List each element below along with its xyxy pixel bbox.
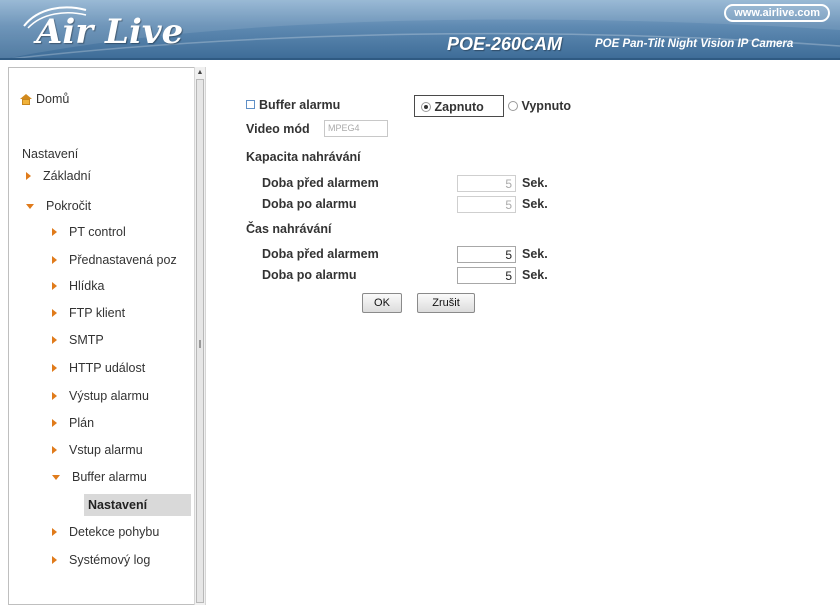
radio-on-label[interactable]: Zapnuto [434, 100, 483, 114]
sidebar-item-label: Vstup alarmu [69, 443, 143, 457]
chevron-right-icon [52, 446, 57, 454]
sidebar-item-prednastavena[interactable]: Přednastavená poz [52, 250, 177, 270]
chevron-right-icon [52, 256, 57, 264]
capacity-pre-alarm-input: 5 [457, 175, 516, 192]
brand-logo: Air Live [36, 12, 184, 52]
chevron-right-icon [52, 419, 57, 427]
sidebar-item-nastaveni-active[interactable]: Nastavení [84, 494, 191, 516]
home-icon [20, 93, 32, 105]
sidebar-item-http-udalost[interactable]: HTTP událost [52, 358, 145, 378]
scroll-thumb[interactable] [196, 79, 204, 603]
buffer-checkbox-icon[interactable] [246, 100, 255, 109]
scroll-grip-icon [199, 340, 201, 348]
sidebar-item-detekce-pohybu[interactable]: Detekce pohybu [52, 522, 159, 542]
capacity-pre-unit: Sek. [522, 176, 548, 190]
sidebar-item-label: Buffer alarmu [72, 470, 147, 484]
capacity-post-unit: Sek. [522, 197, 548, 211]
sidebar-item-home[interactable]: Domů [20, 92, 69, 106]
buffer-alarm-toggle-label[interactable]: Buffer alarmu [246, 98, 340, 112]
time-post-unit: Sek. [522, 268, 548, 282]
scroll-up-arrow-icon[interactable]: ▲ [195, 67, 205, 79]
time-pre-alarm-label: Doba před alarmem [262, 247, 379, 261]
time-post-alarm-input[interactable]: 5 [457, 267, 516, 284]
sidebar-item-label: Detekce pohybu [69, 525, 160, 539]
model-name: POE-260CAM [447, 34, 563, 54]
capacity-post-alarm-label: Doba po alarmu [262, 197, 357, 211]
chevron-right-icon [52, 309, 57, 317]
sidebar-section-title: Nastavení [22, 147, 79, 161]
sidebar-item-buffer-alarmu[interactable]: Buffer alarmu [52, 467, 147, 487]
sidebar-item-vystup-alarmu[interactable]: Výstup alarmu [52, 386, 149, 406]
radio-off-wrapper[interactable]: Vypnuto [508, 99, 571, 113]
sidebar-item-vstup-alarmu[interactable]: Vstup alarmu [52, 440, 143, 460]
header-banner: Air Live www.airlive.com POE-260CAM POE … [0, 0, 840, 60]
sidebar-item-smtp[interactable]: SMTP [52, 330, 104, 350]
chevron-right-icon [52, 364, 57, 372]
capacity-pre-alarm-label: Doba před alarmem [262, 176, 379, 190]
sidebar-item-pt-control[interactable]: PT control [52, 222, 126, 242]
radio-off[interactable] [508, 101, 518, 111]
sidebar-item-zakladni[interactable]: Základní [26, 166, 91, 186]
sidebar-item-ftp-klient[interactable]: FTP klient [52, 303, 125, 323]
chevron-right-icon [52, 282, 57, 290]
sidebar-item-hlidka[interactable]: Hlídka [52, 276, 104, 296]
ok-button[interactable]: OK [362, 293, 402, 313]
sidebar-item-label: Pokročit [46, 199, 92, 213]
radio-on[interactable] [421, 102, 431, 112]
sidebar-item-plan[interactable]: Plán [52, 413, 94, 433]
sidebar-item-label: PT control [69, 225, 126, 239]
sidebar-scrollbar[interactable]: ▲ [194, 67, 206, 605]
sidebar-item-label: HTTP událost [69, 361, 146, 375]
sidebar-item-label: Plán [69, 416, 95, 430]
chevron-right-icon [26, 172, 31, 180]
sidebar-item-label: FTP klient [69, 306, 126, 320]
chevron-right-icon [52, 392, 57, 400]
cancel-button[interactable]: Zrušit [417, 293, 475, 313]
time-pre-unit: Sek. [522, 247, 548, 261]
time-post-alarm-label: Doba po alarmu [262, 268, 357, 282]
website-link[interactable]: www.airlive.com [724, 4, 830, 22]
sidebar-item-systemovy-log[interactable]: Systémový log [52, 550, 150, 570]
chevron-right-icon [52, 556, 57, 564]
chevron-right-icon [52, 528, 57, 536]
chevron-down-icon [52, 474, 60, 480]
radio-off-label[interactable]: Vypnuto [521, 99, 571, 113]
sidebar-item-label: Systémový log [69, 553, 151, 567]
chevron-down-icon [26, 203, 34, 209]
home-label: Domů [36, 92, 70, 106]
video-mode-label: Video mód [246, 122, 310, 136]
sidebar-item-label: Přednastavená poz [69, 253, 177, 267]
sidebar-item-label: Základní [43, 169, 91, 183]
sidebar-item-label: SMTP [69, 333, 104, 347]
time-pre-alarm-input[interactable]: 5 [457, 246, 516, 263]
sidebar-item-pokrocit[interactable]: Pokročit [26, 196, 91, 216]
capacity-section-title: Kapacita nahrávání [246, 150, 361, 164]
product-tagline: POE Pan-Tilt Night Vision IP Camera [595, 38, 794, 50]
capacity-post-alarm-input: 5 [457, 196, 516, 213]
sidebar-item-label: Hlídka [69, 279, 105, 293]
chevron-right-icon [52, 228, 57, 236]
radio-group-enable: Zapnuto [414, 95, 504, 117]
chevron-right-icon [52, 336, 57, 344]
sidebar-item-label: Výstup alarmu [69, 389, 149, 403]
buffer-alarm-label: Buffer alarmu [259, 98, 341, 112]
time-section-title: Čas nahrávání [246, 222, 332, 236]
video-mode-field: MPEG4 [324, 120, 388, 137]
